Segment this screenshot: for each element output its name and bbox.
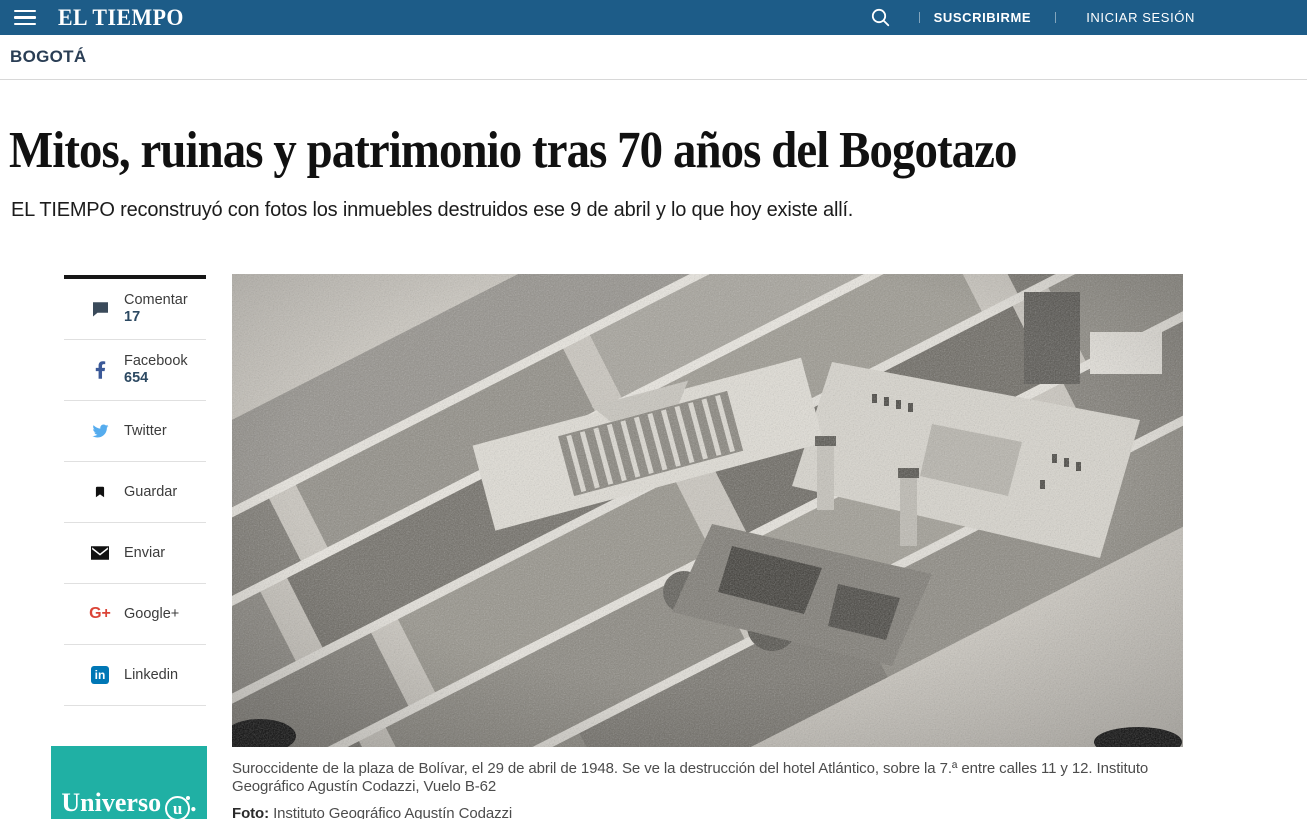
facebook-icon [90, 360, 110, 380]
topbar-actions: SUSCRIBIRME INICIAR SESIÓN [870, 7, 1195, 28]
page-title: Mitos, ruinas y patrimonio tras 70 años … [9, 124, 1269, 177]
login-link[interactable]: INICIAR SESIÓN [1086, 10, 1195, 25]
twitter-icon [90, 421, 110, 441]
email-icon [90, 543, 110, 563]
breadcrumb-bogota[interactable]: BOGOTÁ [10, 47, 86, 67]
hamburger-icon [14, 16, 36, 19]
universo-u-icon: u [165, 796, 190, 819]
el-tiempo-logo[interactable]: EL TIEMPO [58, 5, 184, 31]
share-label: Comentar [124, 292, 188, 309]
top-navigation-bar: EL TIEMPO SUSCRIBIRME INICIAR SESIÓN [0, 0, 1307, 35]
article-subtitle: EL TIEMPO reconstruyó con fotos los inmu… [11, 199, 1261, 222]
share-widget: Comentar 17 Facebook 654 Twitter [64, 275, 206, 706]
share-label: Google+ [124, 606, 179, 623]
topbar-divider [919, 12, 920, 23]
share-label: Guardar [124, 484, 177, 501]
facebook-count: 654 [124, 370, 188, 387]
universo-logo: Universou. [51, 788, 207, 819]
section-bar: BOGOTÁ [0, 35, 1307, 80]
advertisement-universo[interactable]: Universou. [51, 746, 207, 819]
comment-icon [90, 299, 110, 319]
topbar-divider [1055, 12, 1056, 23]
googleplus-share-button[interactable]: G+ Google+ [64, 584, 206, 645]
comment-button[interactable]: Comentar 17 [64, 279, 206, 340]
linkedin-icon: in [90, 665, 110, 685]
search-button[interactable] [870, 7, 891, 28]
subscribe-link[interactable]: SUSCRIBIRME [934, 10, 1032, 25]
search-icon [870, 7, 891, 28]
bookmark-icon [90, 482, 110, 502]
linkedin-share-button[interactable]: in Linkedin [64, 645, 206, 706]
aerial-photo-placeholder [232, 274, 1183, 747]
page: EL TIEMPO SUSCRIBIRME INICIAR SESIÓN BOG… [0, 0, 1307, 819]
article-photo [232, 274, 1183, 747]
save-button[interactable]: Guardar [64, 462, 206, 523]
photo-caption: Suroccidente de la plaza de Bolívar, el … [232, 760, 1183, 797]
share-label: Enviar [124, 545, 165, 562]
send-email-button[interactable]: Enviar [64, 523, 206, 584]
article-figure: Suroccidente de la plaza de Bolívar, el … [232, 274, 1183, 819]
hamburger-icon [14, 23, 36, 26]
menu-button[interactable] [14, 8, 38, 28]
share-label: Twitter [124, 423, 167, 440]
share-label: Facebook [124, 353, 188, 370]
twitter-share-button[interactable]: Twitter [64, 401, 206, 462]
facebook-share-button[interactable]: Facebook 654 [64, 340, 206, 401]
photo-credit: Foto: Instituto Geográfico Agustín Codaz… [232, 805, 1183, 819]
hamburger-icon [14, 10, 36, 13]
googleplus-icon: G+ [90, 604, 110, 624]
share-label: Linkedin [124, 667, 178, 684]
comment-count: 17 [124, 309, 188, 326]
